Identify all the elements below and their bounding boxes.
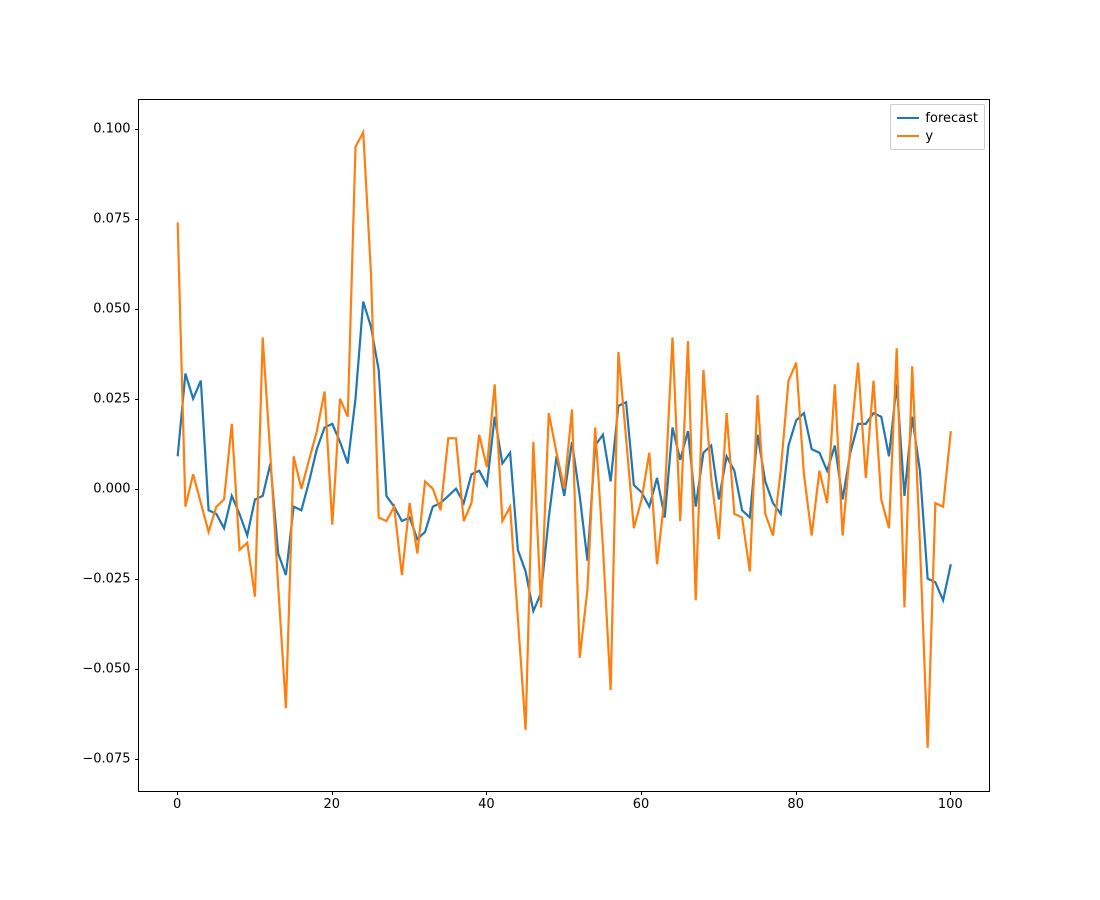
y-tick-label: −0.075 (82, 751, 130, 766)
y-tick-mark (135, 309, 139, 310)
x-tick-mark (332, 791, 333, 795)
legend-entry-y: y (897, 127, 978, 145)
x-tick-mark (950, 791, 951, 795)
y-tick-label: −0.025 (82, 571, 130, 586)
y-tick-mark (135, 129, 139, 130)
x-tick-mark (796, 791, 797, 795)
plot-area (139, 100, 990, 791)
legend-label-y: y (925, 129, 933, 144)
legend-label-forecast: forecast (925, 111, 978, 126)
x-tick-label: 40 (478, 797, 495, 812)
x-tick-mark (641, 791, 642, 795)
y-tick-label: 0.000 (93, 481, 130, 496)
y-tick-mark (135, 489, 139, 490)
figure: forecast y 0 20 40 60 80 100 −0.075 −0.050 −0.0… (0, 0, 1100, 900)
x-tick-label: 80 (787, 797, 804, 812)
legend-swatch-forecast (897, 117, 919, 119)
x-tick-label: 100 (938, 797, 963, 812)
y-tick-label: −0.050 (82, 661, 130, 676)
axes: forecast y 020406080100 −0.075−0.050−0.0… (138, 99, 991, 792)
y-tick-label: 0.100 (93, 121, 130, 136)
line-y (177, 132, 950, 747)
y-tick-label: 0.050 (93, 301, 130, 316)
y-tick-label: 0.075 (93, 211, 130, 226)
x-tick-mark (486, 791, 487, 795)
legend-entry-forecast: forecast (897, 109, 978, 127)
y-tick-mark (135, 399, 139, 400)
x-tick-label: 0 (173, 797, 181, 812)
y-tick-mark (135, 219, 139, 220)
x-tick-label: 20 (324, 797, 341, 812)
x-tick-mark (177, 791, 178, 795)
legend: forecast y (890, 104, 985, 150)
legend-swatch-y (897, 135, 919, 137)
y-tick-mark (135, 759, 139, 760)
x-tick-label: 60 (633, 797, 650, 812)
y-tick-mark (135, 669, 139, 670)
y-tick-mark (135, 579, 139, 580)
y-tick-label: 0.025 (93, 391, 130, 406)
